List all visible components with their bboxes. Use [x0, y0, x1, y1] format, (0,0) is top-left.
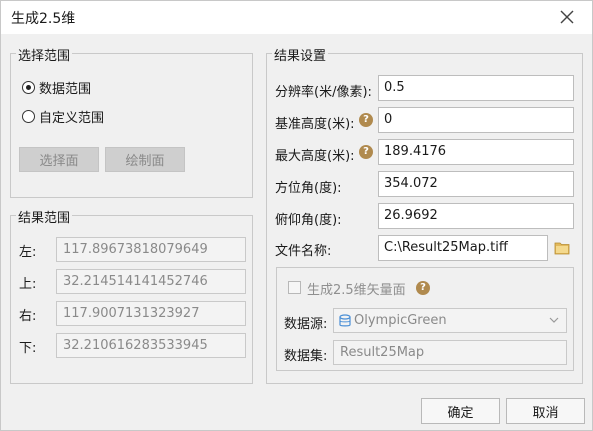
dataset-label: 数据集: — [284, 349, 328, 364]
generate-vector-help-icon[interactable]: ? — [416, 281, 430, 295]
datasource-icon — [339, 314, 351, 327]
vector-subgroup: 生成2.5维矢量面 ? 数据源: OlympicGreen 数据集: Resul… — [276, 267, 574, 371]
max-height-input[interactable]: 189.4176 — [378, 139, 574, 165]
radio-custom-range-indicator[interactable] — [22, 110, 35, 123]
right-label: 右: — [19, 309, 37, 324]
max-height-help-icon[interactable]: ? — [359, 145, 373, 159]
azimuth-label: 方位角(度): — [275, 181, 342, 196]
ok-button[interactable]: 确定 — [421, 398, 500, 424]
chevron-down-icon[interactable] — [548, 314, 560, 326]
resolution-label: 分辨率(米/像素): — [275, 85, 372, 100]
generate-vector-label: 生成2.5维矢量面 — [307, 283, 406, 298]
select-face-button[interactable]: 选择面 — [19, 147, 99, 172]
top-label: 上: — [19, 277, 37, 292]
draw-face-button[interactable]: 绘制面 — [105, 147, 185, 172]
file-name-label: 文件名称: — [275, 244, 332, 259]
window-title: 生成2.5维 — [11, 11, 76, 27]
file-name-input[interactable]: C:\Result25Map.tiff — [378, 235, 548, 261]
selection-range-legend: 选择范围 — [16, 45, 73, 64]
radio-data-range[interactable]: 数据范围 — [22, 78, 91, 97]
base-height-input[interactable]: 0 — [378, 107, 574, 133]
folder-browse-icon[interactable] — [554, 241, 570, 255]
title-bar[interactable]: 生成2.5维 — [1, 1, 592, 34]
radio-data-range-indicator[interactable] — [22, 81, 35, 94]
base-height-help-icon[interactable]: ? — [359, 113, 373, 127]
datasource-select[interactable]: OlympicGreen — [333, 308, 567, 333]
resolution-input[interactable]: 0.5 — [378, 75, 574, 101]
right-value-field: 117.9007131323927 — [56, 301, 246, 326]
selection-range-group: 选择范围 数据范围 自定义范围 选择面 绘制面 — [10, 45, 253, 198]
top-value-field: 32.214514141452746 — [56, 269, 246, 294]
result-range-legend: 结果范围 — [16, 207, 73, 226]
datasource-label: 数据源: — [284, 317, 328, 332]
azimuth-input[interactable]: 354.072 — [378, 171, 574, 197]
close-icon[interactable] — [558, 8, 576, 26]
bottom-label: 下: — [19, 341, 37, 356]
pitch-label: 俯仰角(度): — [275, 213, 342, 228]
radio-custom-range[interactable]: 自定义范围 — [22, 107, 104, 126]
radio-data-range-label: 数据范围 — [39, 82, 92, 97]
pitch-input[interactable]: 26.9692 — [378, 203, 574, 229]
radio-custom-range-label: 自定义范围 — [39, 111, 105, 126]
left-value-field: 117.89673818079649 — [56, 237, 246, 262]
result-settings-legend: 结果设置 — [272, 45, 329, 64]
bottom-value-field: 32.210616283533945 — [56, 333, 246, 358]
generate-vector-checkbox[interactable] — [288, 281, 301, 294]
datasource-value: OlympicGreen — [354, 313, 447, 328]
result-range-group: 结果范围 左: 117.89673818079649 上: 32.2145141… — [10, 207, 253, 384]
max-height-label: 最大高度(米): — [275, 149, 355, 164]
dataset-input[interactable]: Result25Map — [333, 340, 567, 365]
cancel-button[interactable]: 取消 — [506, 398, 585, 424]
left-label: 左: — [19, 245, 37, 260]
result-settings-group: 结果设置 分辨率(米/像素): 0.5 基准高度(米): ? 0 最大高度(米)… — [266, 45, 583, 384]
dialog-window: 生成2.5维 选择范围 数据范围 自定义范围 选择面 绘制面 结果范围 左: 1… — [0, 0, 593, 431]
base-height-label: 基准高度(米): — [275, 117, 355, 132]
